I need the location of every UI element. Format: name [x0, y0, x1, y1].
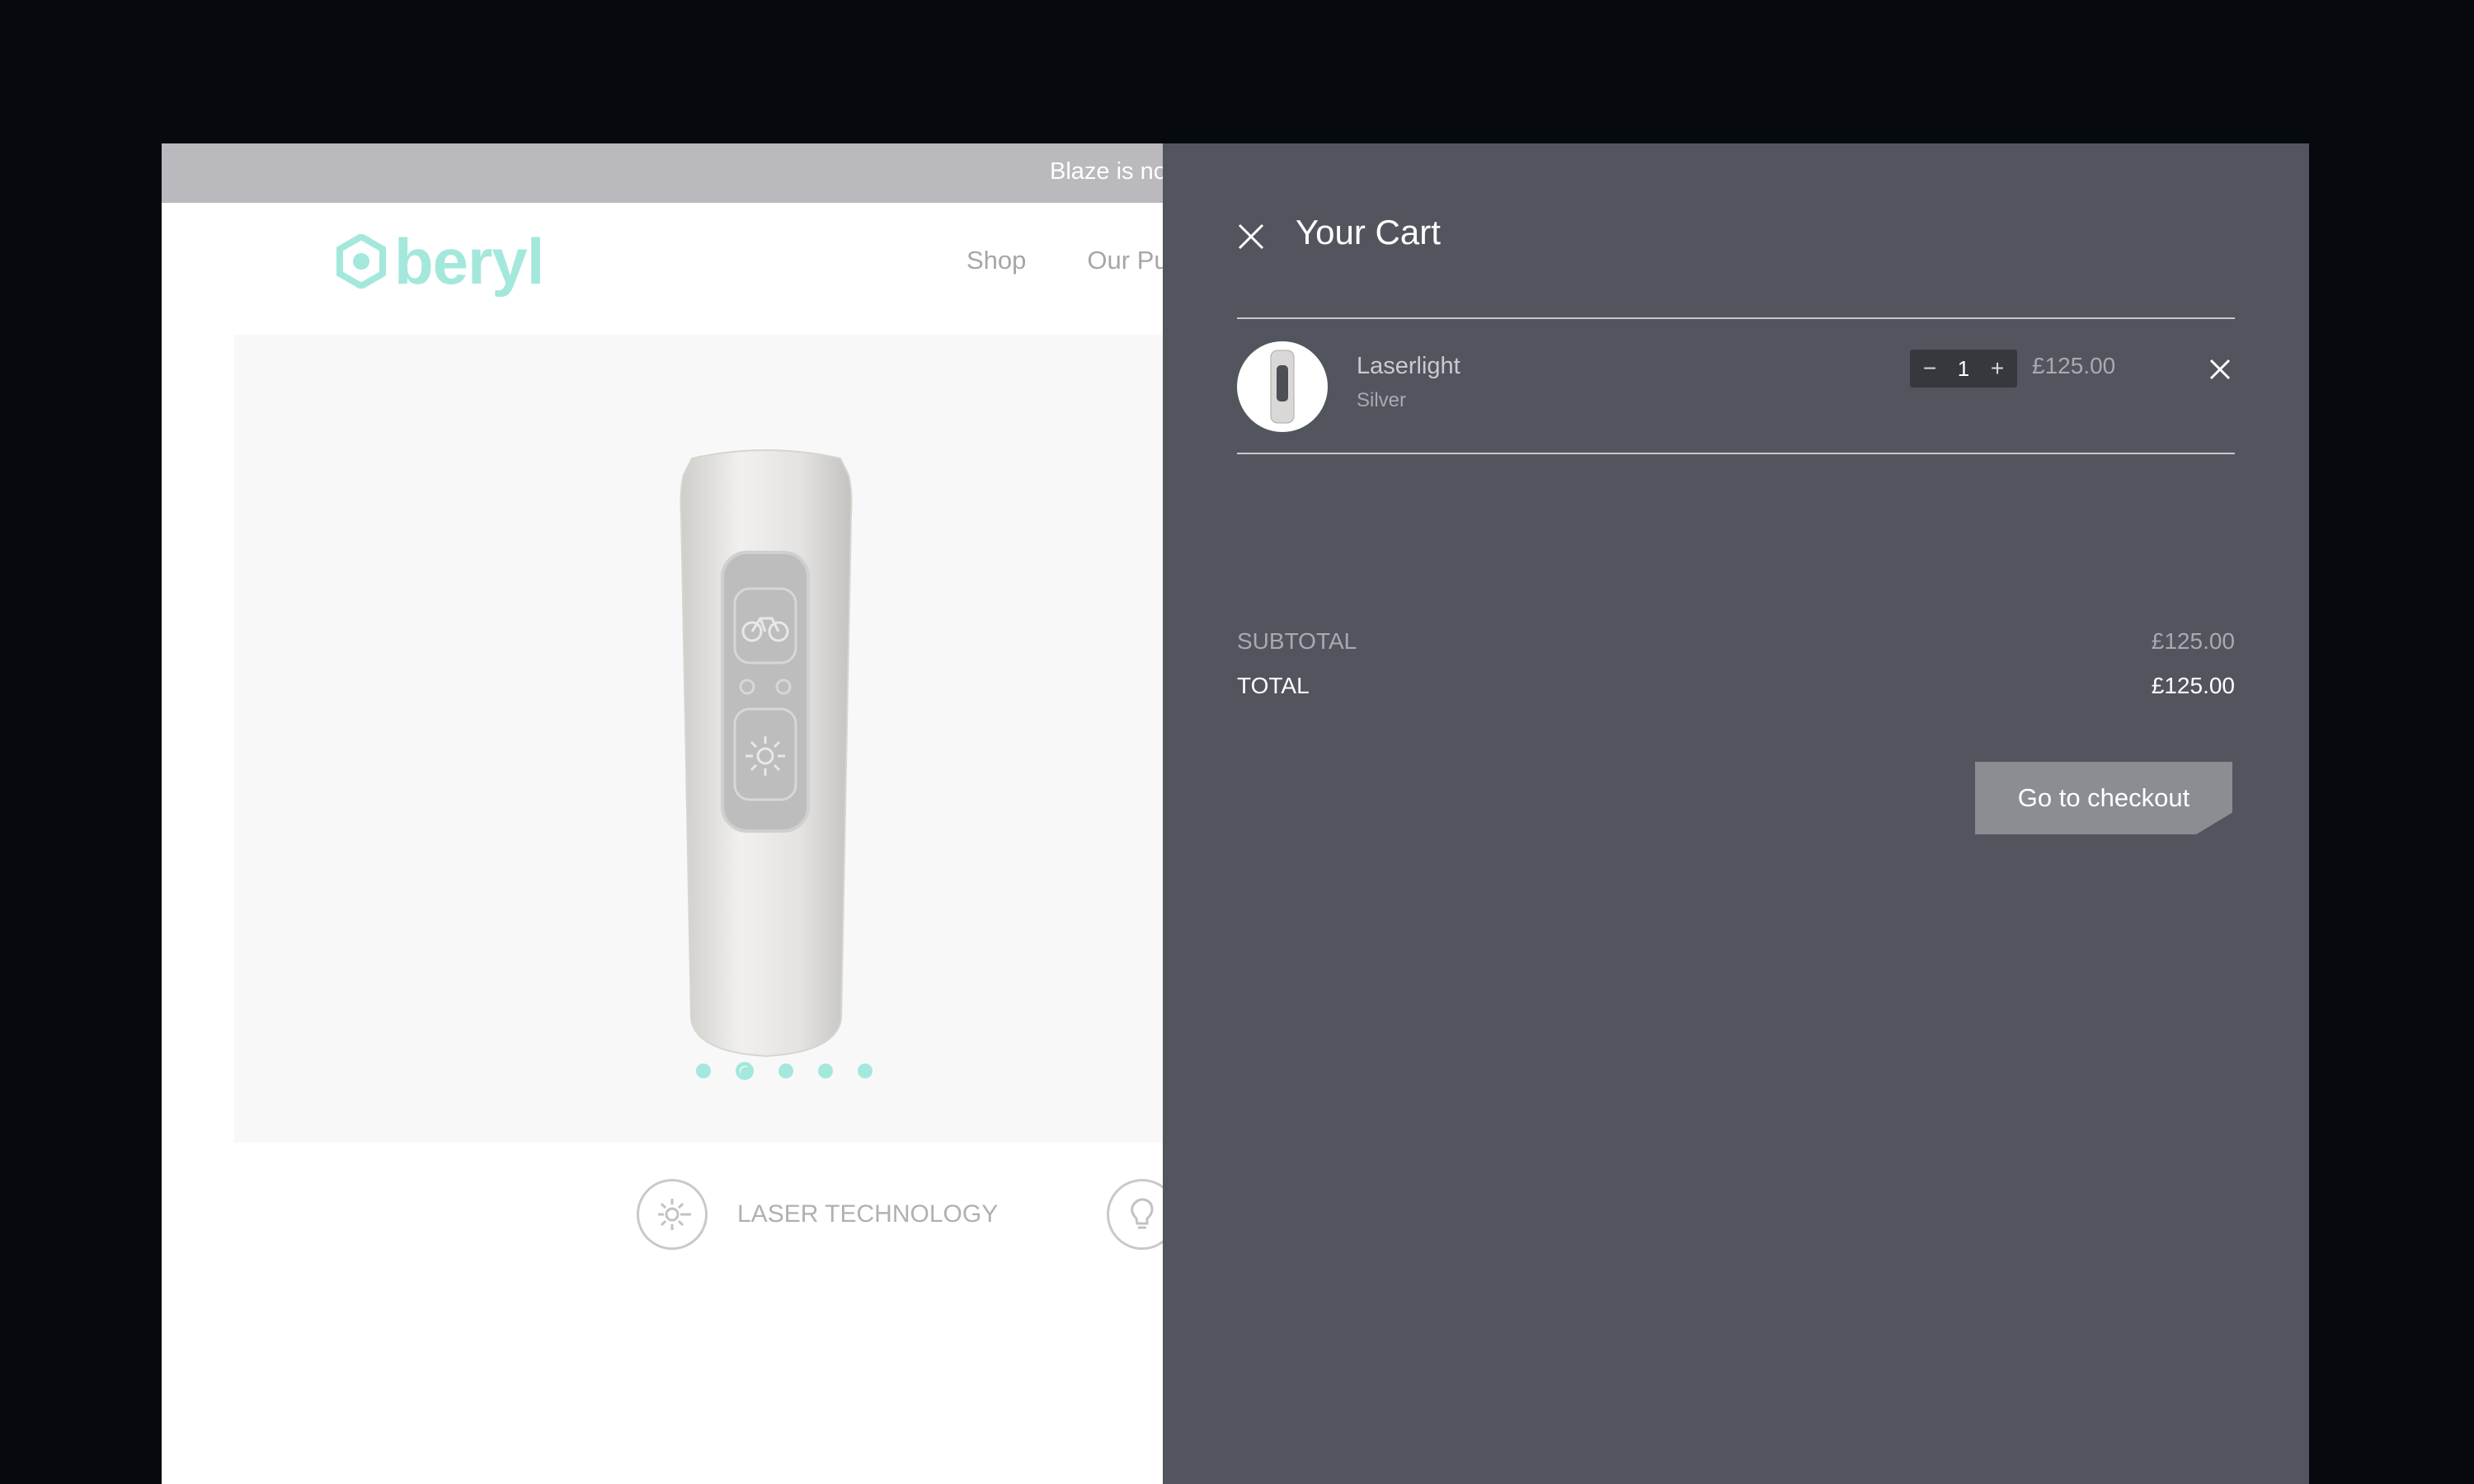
carousel-dot-2[interactable]: [736, 1062, 754, 1080]
remove-item-icon[interactable]: [2208, 358, 2232, 381]
quantity-value[interactable]: 1: [1958, 356, 1969, 382]
item-variant: Silver: [1357, 389, 1407, 411]
brand-name: beryl: [394, 225, 544, 298]
carousel-dot-5[interactable]: [858, 1064, 872, 1078]
decrease-quantity-button[interactable]: −: [1920, 355, 1940, 382]
cart-drawer: Your Cart Laserlight Silver − 1 + £125.0…: [1163, 143, 2309, 1484]
hexagon-logo-icon: [336, 234, 386, 289]
cart-title: Your Cart: [1296, 213, 1441, 251]
checkout-button[interactable]: Go to checkout: [1975, 762, 2232, 834]
carousel-dot-3[interactable]: [778, 1064, 793, 1078]
total-label: TOTAL: [1237, 673, 1310, 698]
divider: [1237, 453, 2235, 454]
laserlight-product-image: [680, 449, 853, 1058]
item-name[interactable]: Laserlight: [1357, 353, 1460, 380]
announcement-text: Blaze is no: [1050, 158, 1167, 185]
laser-sun-icon: [637, 1179, 708, 1250]
subtotal-label: SUBTOTAL: [1237, 628, 1357, 654]
quantity-stepper: − 1 +: [1910, 350, 2017, 387]
laserlight-thumbnail-image: [1270, 350, 1295, 424]
total-value: £125.00: [2151, 673, 2235, 698]
nav-item-shop[interactable]: Shop: [967, 246, 1026, 275]
main-nav: Shop Our Pu: [967, 246, 1169, 275]
divider: [1237, 317, 2235, 319]
carousel-dot-1[interactable]: [696, 1064, 711, 1078]
feature-label: LASER TECHNOLOGY: [737, 1200, 999, 1228]
feature-laser-technology: LASER TECHNOLOGY: [637, 1179, 998, 1250]
close-icon[interactable]: [1237, 223, 1265, 251]
product-hero: [234, 335, 1191, 1143]
brand-logo[interactable]: beryl: [336, 225, 544, 298]
carousel-dot-4[interactable]: [818, 1064, 833, 1078]
browser-frame: Blaze is no beryl Shop Our Pu LASER TECH…: [162, 143, 2309, 1484]
product-thumbnail[interactable]: [1237, 341, 1328, 432]
subtotal-value: £125.00: [2151, 628, 2235, 654]
carousel-dots: [696, 1062, 872, 1080]
increase-quantity-button[interactable]: +: [1987, 355, 2007, 382]
item-price: £125.00: [2032, 353, 2116, 378]
nav-item-our-products[interactable]: Our Pu: [1087, 246, 1168, 275]
